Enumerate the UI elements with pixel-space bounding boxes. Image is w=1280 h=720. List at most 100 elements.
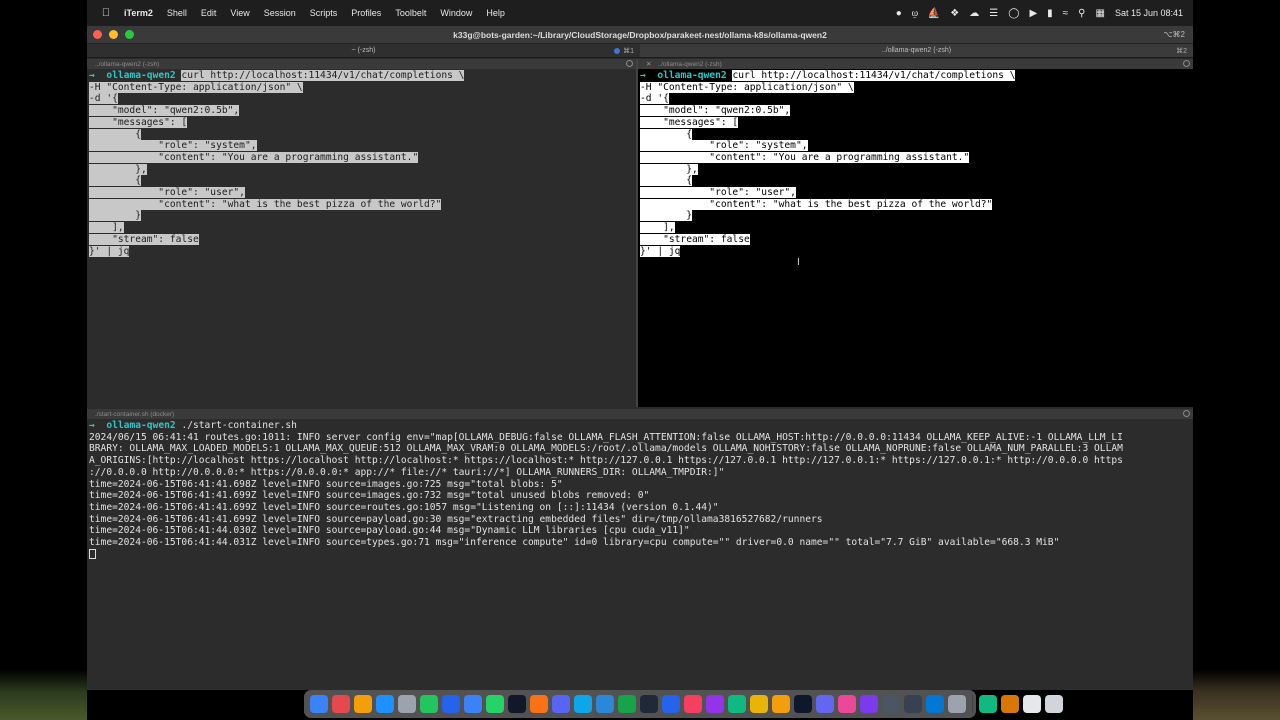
dock-app-icon[interactable] bbox=[596, 695, 614, 713]
dock-app-icon[interactable] bbox=[728, 695, 746, 713]
vpn-icon[interactable]: ◯ bbox=[1008, 8, 1019, 19]
dock-app-icon[interactable] bbox=[882, 695, 900, 713]
tab-home-zsh[interactable]: ~ (-zsh) ⌘1 bbox=[87, 44, 640, 57]
dock-app-icon[interactable] bbox=[552, 695, 570, 713]
dock-app-icon[interactable] bbox=[640, 695, 658, 713]
prompt-directory: ollama-qwen2 bbox=[657, 70, 727, 81]
dock-app-icon[interactable] bbox=[1045, 695, 1063, 713]
log-line: A_ORIGINS:[http://localhost https://loca… bbox=[89, 455, 1123, 467]
dock-app-icon[interactable] bbox=[420, 695, 438, 713]
left-terminal-output: → ollama-qwen2 curl http://localhost:114… bbox=[87, 69, 636, 258]
pane-maximize-icon[interactable] bbox=[1183, 60, 1190, 67]
command-line: "content": "what is the best pizza of th… bbox=[640, 198, 993, 210]
menu-bar:  iTerm2 Shell Edit View Session Scripts… bbox=[87, 0, 1193, 26]
terminal-cursor bbox=[89, 548, 96, 559]
bottom-command: ./start-container.sh bbox=[181, 420, 297, 431]
dock-app-icon[interactable] bbox=[926, 695, 944, 713]
close-pane-icon[interactable]: ✕ bbox=[646, 60, 651, 68]
menu-help[interactable]: Help bbox=[479, 8, 512, 18]
pane-maximize-icon[interactable] bbox=[626, 60, 633, 67]
dock-app-icon[interactable] bbox=[486, 695, 504, 713]
dock-app-icon[interactable] bbox=[979, 695, 997, 713]
dock-app-icon[interactable] bbox=[1023, 695, 1041, 713]
command-line: -H "Content-Type: application/json" \ bbox=[89, 81, 303, 93]
docker-icon[interactable]: ⛵ bbox=[928, 8, 940, 19]
command-line: -H "Content-Type: application/json" \ bbox=[640, 81, 854, 93]
menu-shell[interactable]: Shell bbox=[160, 8, 194, 18]
right-pane[interactable]: ✕ ../ollama-qwen2 (-zsh) → ollama-qwen2 … bbox=[638, 59, 1193, 407]
menu-session[interactable]: Session bbox=[257, 8, 303, 18]
dock-app-icon[interactable] bbox=[332, 695, 350, 713]
activity-dot-icon bbox=[614, 48, 620, 54]
dock-app-icon[interactable] bbox=[948, 695, 966, 713]
command-line: "stream": false bbox=[89, 233, 199, 245]
dock-app-icon[interactable] bbox=[860, 695, 878, 713]
tab-ollama-qwen2[interactable]: ../ollama-qwen2 (-zsh) ⌘2 bbox=[640, 44, 1193, 57]
log-line: time=2024-06-15T06:41:41.699Z level=INFO… bbox=[89, 490, 650, 502]
menu-app-name[interactable]: iTerm2 bbox=[117, 8, 160, 18]
tab-bar: ~ (-zsh) ⌘1 ../ollama-qwen2 (-zsh) ⌘2 bbox=[87, 44, 1193, 58]
menu-toolbelt[interactable]: Toolbelt bbox=[388, 8, 433, 18]
dock-app-icon[interactable] bbox=[508, 695, 526, 713]
dock-app-icon[interactable] bbox=[1001, 695, 1019, 713]
left-pane[interactable]: ../ollama-qwen2 (-zsh) → ollama-qwen2 cu… bbox=[87, 59, 636, 407]
dock-app-icon[interactable] bbox=[794, 695, 812, 713]
menu-edit[interactable]: Edit bbox=[194, 8, 224, 18]
dock-app-icon[interactable] bbox=[530, 695, 548, 713]
menu-profiles[interactable]: Profiles bbox=[344, 8, 388, 18]
dock-app-icon[interactable] bbox=[398, 695, 416, 713]
dock-app-icon[interactable] bbox=[838, 695, 856, 713]
play-icon[interactable]: ▶ bbox=[1029, 8, 1037, 19]
command-line: "role": "user", bbox=[640, 187, 796, 199]
dock-app-icon[interactable] bbox=[442, 695, 460, 713]
menu-view[interactable]: View bbox=[223, 8, 256, 18]
container-log-output: → ollama-qwen2 ./start-container.sh 2024… bbox=[87, 419, 1193, 561]
menu-datetime[interactable]: Sat 15 Jun 08:41 bbox=[1115, 8, 1183, 18]
log-line: 2024/06/15 06:41:41 routes.go:1011: INFO… bbox=[89, 431, 1123, 443]
keyboard-icon[interactable]: ⍹ bbox=[912, 8, 918, 19]
command-line: { bbox=[89, 175, 141, 187]
dock-app-icon[interactable] bbox=[772, 695, 790, 713]
dock-app-icon[interactable] bbox=[904, 695, 922, 713]
pane-maximize-icon[interactable] bbox=[1183, 410, 1190, 417]
command-line: "content": "what is the best pizza of th… bbox=[89, 198, 442, 210]
shortcuts-icon[interactable]: ☰ bbox=[989, 8, 998, 19]
prompt-directory: ollama-qwen2 bbox=[106, 420, 176, 431]
text-cursor-icon: I bbox=[797, 257, 800, 268]
battery-icon[interactable]: ▮ bbox=[1047, 8, 1053, 19]
dock-app-icon[interactable] bbox=[816, 695, 834, 713]
dock-app-icon[interactable] bbox=[706, 695, 724, 713]
dropbox-icon[interactable]: ❖ bbox=[950, 8, 959, 19]
record-icon[interactable]: ● bbox=[896, 8, 902, 19]
bottom-pane[interactable]: ./start-container.sh (docker) → ollama-q… bbox=[87, 409, 1193, 690]
dock-app-icon[interactable] bbox=[662, 695, 680, 713]
command-line: "role": "user", bbox=[89, 187, 245, 199]
dock-app-icon[interactable] bbox=[310, 695, 328, 713]
tab-shortcut: ⌘2 bbox=[1176, 47, 1187, 55]
dock-app-icon[interactable] bbox=[354, 695, 372, 713]
command-line: }' | jq bbox=[89, 245, 130, 257]
command-line: }' | jq bbox=[640, 245, 681, 257]
command-line: -d '{ bbox=[89, 93, 118, 105]
dock-app-icon[interactable] bbox=[684, 695, 702, 713]
command-line: "messages": [ bbox=[89, 116, 188, 128]
search-icon[interactable]: ⚲ bbox=[1078, 8, 1085, 19]
dock-app-icon[interactable] bbox=[618, 695, 636, 713]
command-line: "messages": [ bbox=[640, 116, 739, 128]
wifi-icon[interactable]: ≈ bbox=[1063, 8, 1069, 19]
control-center-icon[interactable]: ▦ bbox=[1095, 8, 1104, 19]
menu-window[interactable]: Window bbox=[433, 8, 479, 18]
cloud-icon[interactable]: ☁ bbox=[969, 8, 979, 19]
dock-app-icon[interactable] bbox=[750, 695, 768, 713]
command-line: "role": "system", bbox=[89, 140, 257, 152]
dock-app-icon[interactable] bbox=[574, 695, 592, 713]
command-line: } bbox=[89, 210, 141, 222]
desktop-left bbox=[0, 0, 87, 720]
apple-icon[interactable]:  bbox=[95, 7, 117, 19]
menu-scripts[interactable]: Scripts bbox=[303, 8, 345, 18]
command-line: "content": "You are a programming assist… bbox=[640, 151, 970, 163]
dock-app-icon[interactable] bbox=[464, 695, 482, 713]
dock-app-icon[interactable] bbox=[376, 695, 394, 713]
dock-separator bbox=[972, 695, 973, 713]
iterm-window: k33g@bots-garden:~/Library/CloudStorage/… bbox=[87, 26, 1193, 690]
